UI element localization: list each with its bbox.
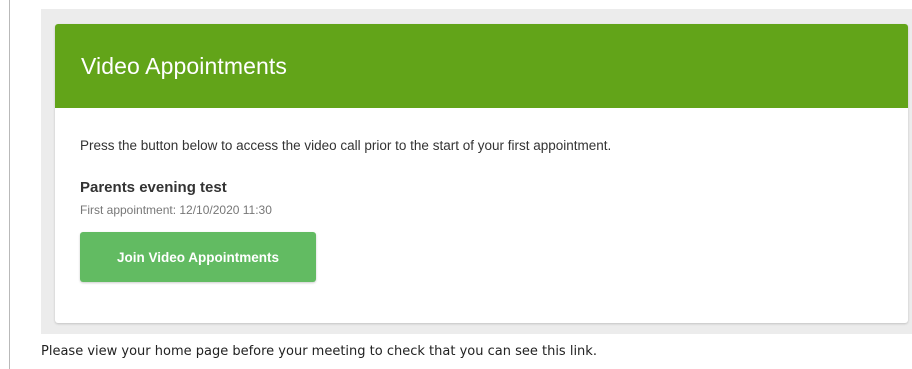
first-appointment-time: First appointment: 12/10/2020 11:30 <box>80 203 272 217</box>
screenshot-frame: Video Appointments Press the button belo… <box>41 9 912 334</box>
video-appointments-card: Video Appointments Press the button belo… <box>55 24 908 323</box>
intro-text: Press the button below to access the vid… <box>80 138 612 153</box>
event-name: Parents evening test <box>80 179 227 196</box>
card-title: Video Appointments <box>81 52 287 79</box>
page-margin-line <box>9 0 10 369</box>
join-video-appointments-button[interactable]: Join Video Appointments <box>80 232 316 282</box>
footer-note: Please view your home page before your m… <box>41 344 597 359</box>
page: Video Appointments Press the button belo… <box>0 0 912 369</box>
card-header: Video Appointments <box>55 24 908 108</box>
card-body: Press the button below to access the vid… <box>55 108 908 282</box>
